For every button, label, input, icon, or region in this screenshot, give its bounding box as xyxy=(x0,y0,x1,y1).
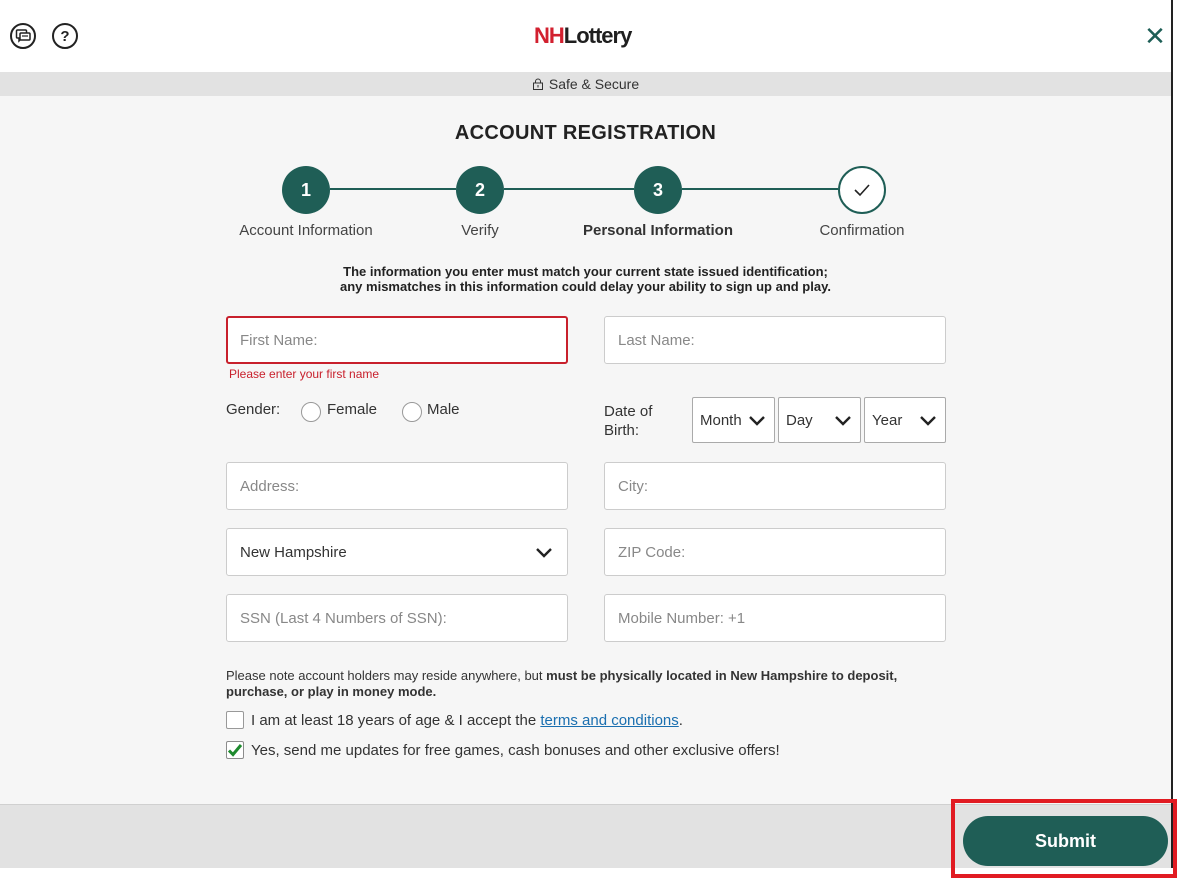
state-value: New Hampshire xyxy=(240,543,347,561)
gender-female-radio[interactable] xyxy=(301,402,321,422)
logo-nh-text: NH xyxy=(534,23,565,48)
gender-female-label[interactable]: Female xyxy=(327,401,377,418)
updates-checkbox[interactable] xyxy=(226,741,244,759)
age-terms-end: . xyxy=(678,711,683,729)
gender-male-radio[interactable] xyxy=(402,402,422,422)
first-name-field[interactable]: First Name: xyxy=(226,316,568,364)
dob-label-line-1: Date of xyxy=(604,403,653,420)
step-1-label: Account Information xyxy=(239,222,373,239)
notice-line-1: The information you enter must match you… xyxy=(343,264,828,279)
step-2-circle: 2 xyxy=(456,166,504,214)
location-note-text: Please note account holders may reside a… xyxy=(226,668,547,683)
step-3-circle: 3 xyxy=(634,166,682,214)
first-name-error: Please enter your first name xyxy=(229,367,380,381)
dob-label: Date of Birth: xyxy=(604,402,652,440)
chevron-down-icon xyxy=(536,548,552,558)
age-terms-checkbox[interactable] xyxy=(226,711,244,729)
gender-male-label[interactable]: Male xyxy=(427,401,460,418)
dob-day-select[interactable]: Day xyxy=(778,397,861,443)
gender-label: Gender: xyxy=(226,401,281,418)
secure-text: Safe & Secure xyxy=(548,76,640,92)
chevron-down-icon xyxy=(835,416,851,426)
step-1-circle: 1 xyxy=(282,166,330,214)
age-terms-row: I am at least 18 years of age & I accept… xyxy=(226,711,683,729)
step-2-label: Verify xyxy=(461,222,499,239)
dob-month-select[interactable]: Month xyxy=(692,397,775,443)
chevron-down-icon xyxy=(749,416,765,426)
location-note: Please note account holders may reside a… xyxy=(226,668,946,700)
state-select[interactable]: New Hampshire xyxy=(226,528,568,576)
logo-lottery-text: Lottery xyxy=(563,23,633,48)
secure-bar: Safe & Secure xyxy=(0,72,1171,96)
step-4-label: Confirmation xyxy=(819,222,905,239)
step-4-circle xyxy=(838,166,886,214)
close-icon[interactable]: ✕ xyxy=(1142,22,1168,50)
city-field[interactable]: City: xyxy=(604,462,946,510)
dob-year-select[interactable]: Year xyxy=(864,397,946,443)
dob-month-value: Month xyxy=(700,411,742,429)
submit-button[interactable]: Submit xyxy=(963,816,1168,866)
address-field[interactable]: Address: xyxy=(226,462,568,510)
dob-year-value: Year xyxy=(872,411,903,429)
registration-form: ACCOUNT REGISTRATION 1 2 3 Account Infor… xyxy=(0,96,1171,804)
notice-line-2: any mismatches in this information could… xyxy=(340,279,831,294)
help-icon[interactable]: ? xyxy=(52,23,78,49)
mobile-number-field[interactable]: Mobile Number: +1 xyxy=(604,594,946,642)
terms-link[interactable]: terms and conditions xyxy=(540,712,678,729)
updates-text: Yes, send me updates for free games, cas… xyxy=(251,741,780,759)
step-connector xyxy=(504,188,634,190)
page-title: ACCOUNT REGISTRATION xyxy=(454,122,717,144)
updates-row: Yes, send me updates for free games, cas… xyxy=(226,741,780,759)
ssn-field[interactable]: SSN (Last 4 Numbers of SSN): xyxy=(226,594,568,642)
window-border xyxy=(1171,0,1173,878)
zip-code-field[interactable]: ZIP Code: xyxy=(604,528,946,576)
checkmark-icon xyxy=(854,184,870,197)
age-terms-text: I am at least 18 years of age & I accept… xyxy=(251,711,537,729)
chevron-down-icon xyxy=(920,416,936,426)
step-connector xyxy=(682,188,838,190)
nh-lottery-logo[interactable]: NHLottery xyxy=(534,23,633,49)
check-icon xyxy=(227,744,243,757)
step-connector xyxy=(330,188,456,190)
step-3-label: Personal Information xyxy=(582,222,734,239)
lock-icon xyxy=(532,78,543,90)
id-notice: The information you enter must match you… xyxy=(0,264,1171,294)
chat-icon[interactable] xyxy=(10,23,36,49)
last-name-field[interactable]: Last Name: xyxy=(604,316,946,364)
dob-day-value: Day xyxy=(786,411,813,429)
header: ? NHLottery ✕ xyxy=(0,0,1171,72)
dob-label-line-2: Birth: xyxy=(604,422,640,439)
